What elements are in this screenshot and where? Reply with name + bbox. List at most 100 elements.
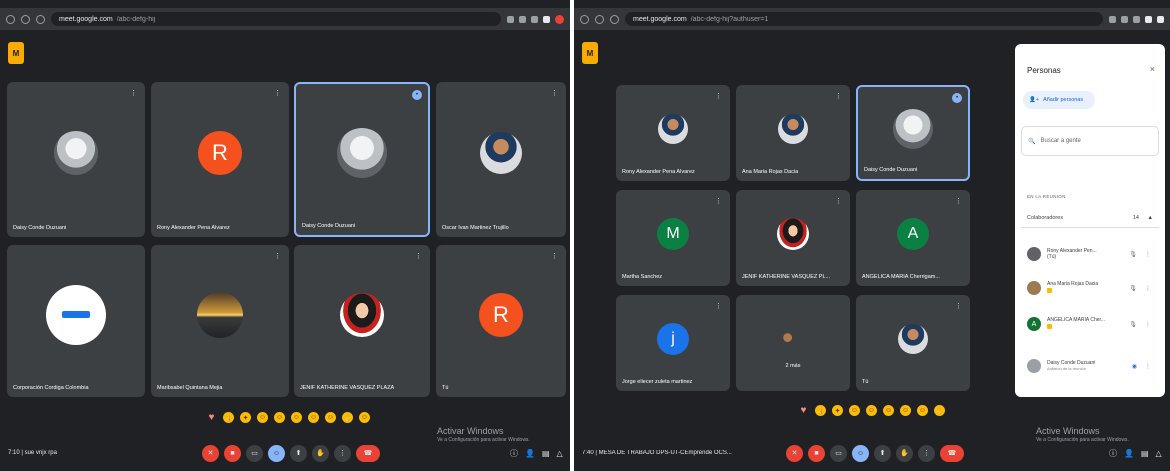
camera-off-button[interactable]: ■ — [224, 444, 241, 462]
party-reaction-icon[interactable]: ✦ — [832, 405, 843, 416]
profile-icon[interactable] — [1157, 15, 1164, 23]
extension-icon[interactable] — [531, 15, 538, 23]
participant-tile[interactable]: ⋮ A ANGELICA MARIA Cherrigam... — [856, 190, 970, 286]
raise-hand-reaction-icon[interactable]: ✋ — [342, 412, 353, 423]
more-options-icon[interactable]: ⋮ — [274, 89, 281, 97]
sad-reaction-icon[interactable]: ☺ — [900, 405, 911, 416]
activities-icon[interactable]: △ — [1156, 449, 1162, 458]
party-reaction-icon[interactable]: ✦ — [240, 412, 251, 423]
more-options-icon[interactable]: ⋮ — [715, 197, 722, 205]
search-people-input[interactable]: 🔍 Buscar a gente — [1021, 126, 1159, 156]
captions-button[interactable]: ▭ — [830, 444, 847, 462]
person-row[interactable]: A ANGELICA MARIA Cher... 🎙 ⋮ — [1021, 310, 1159, 338]
more-options-icon[interactable]: ⋮ — [415, 252, 422, 260]
reload-icon[interactable] — [36, 14, 45, 24]
emoji-button[interactable]: ☺ — [268, 444, 285, 462]
more-options-button[interactable]: ⋮ — [334, 444, 351, 462]
participant-tile-self[interactable]: ⋮ R Tú — [436, 245, 566, 397]
person-row[interactable]: Rony Alexander Pen... (Tú) 🎙 ⋮ — [1021, 240, 1159, 268]
dislike-reaction-icon[interactable]: ☺ — [359, 412, 370, 423]
more-options-icon[interactable]: ⋮ — [551, 89, 558, 97]
more-options-icon[interactable]: ⋮ — [955, 302, 962, 310]
present-button[interactable]: ⬆ — [874, 444, 891, 462]
leave-call-button[interactable]: ☎ — [940, 444, 964, 462]
clap-reaction-icon[interactable]: ☺ — [849, 405, 860, 416]
participant-tile[interactable]: ⋮ Maribsabel Quintana Mejia — [151, 245, 289, 397]
reload-icon[interactable] — [610, 14, 619, 24]
address-bar[interactable]: meet.google.com /abc-defg-hij — [51, 12, 501, 26]
participant-tile[interactable]: Corporación Cordiga Colombia — [7, 245, 145, 397]
back-icon[interactable] — [6, 14, 15, 24]
participant-tile-overflow[interactable]: 2 más — [736, 295, 850, 391]
participant-tile-self[interactable]: ⋮ Tú — [856, 295, 970, 391]
participant-tile[interactable]: ⋮ Daisy Conde Duzuani — [7, 82, 145, 237]
more-options-icon[interactable]: ⋮ — [715, 302, 722, 310]
raise-hand-button[interactable]: ✋ — [896, 444, 913, 462]
bookmark-star-icon[interactable] — [1109, 15, 1116, 23]
info-icon[interactable]: ⓘ — [1109, 448, 1117, 459]
people-icon[interactable]: 👤 — [525, 449, 535, 458]
leave-call-button[interactable]: ☎ — [356, 444, 380, 462]
thinking-reaction-icon[interactable]: ☺ — [917, 405, 928, 416]
heart-reaction-icon[interactable]: ♥ — [206, 412, 217, 423]
chat-icon[interactable]: ▤ — [542, 449, 550, 458]
more-options-button[interactable]: ⋮ — [918, 444, 935, 462]
extension-icon[interactable] — [1121, 15, 1128, 23]
extension-icon[interactable] — [1145, 15, 1152, 23]
present-button[interactable]: ⬆ — [290, 444, 307, 462]
extension-icon[interactable] — [543, 15, 550, 23]
more-options-icon[interactable]: ⋮ — [1145, 321, 1151, 328]
add-people-button[interactable]: 👤+ Añadir personas — [1023, 91, 1095, 109]
microphone-off-button[interactable]: ✕ — [786, 444, 803, 462]
participant-tile[interactable]: ⋮ Oscar Ivan Martinez Trujillo — [436, 82, 566, 237]
participant-tile[interactable]: ⋮ JENIF KATHERINE VASQUEZ PLAZA — [294, 245, 430, 397]
laugh-reaction-icon[interactable]: ☺ — [274, 412, 285, 423]
clap-reaction-icon[interactable]: ☺ — [257, 412, 268, 423]
more-options-icon[interactable]: ⋮ — [130, 89, 137, 97]
more-options-icon[interactable]: ⋮ — [551, 252, 558, 260]
extension-icon[interactable] — [1133, 15, 1140, 23]
heart-reaction-icon[interactable]: ♥ — [798, 405, 809, 416]
thinking-reaction-icon[interactable]: ☺ — [325, 412, 336, 423]
collaborators-group-header[interactable]: Colaboradores 14 ▲ — [1021, 208, 1159, 228]
more-options-icon[interactable]: ⋮ — [835, 197, 842, 205]
participant-tile[interactable]: ⋮ Rony Alexander Pena Alvarez — [616, 85, 730, 181]
profile-icon[interactable] — [555, 14, 564, 24]
more-options-icon[interactable]: ⋮ — [1145, 363, 1151, 370]
participant-tile[interactable]: ⋮ R Rony Alexander Pena Alvarez — [151, 82, 289, 237]
forward-icon[interactable] — [595, 14, 604, 24]
more-options-icon[interactable]: ⋮ — [1145, 251, 1151, 258]
extension-icon[interactable] — [519, 15, 526, 23]
captions-button[interactable]: ▭ — [246, 444, 263, 462]
surprised-reaction-icon[interactable]: ☺ — [291, 412, 302, 423]
activities-icon[interactable]: △ — [557, 449, 563, 458]
back-icon[interactable] — [580, 14, 589, 24]
microphone-off-button[interactable]: ✕ — [202, 444, 219, 462]
participant-tile-active-speaker[interactable]: • Daisy Conde Duzuani — [294, 82, 430, 237]
thumbs-up-reaction-icon[interactable]: 👍 — [223, 412, 234, 423]
emoji-button[interactable]: ☺ — [852, 444, 869, 462]
chat-icon[interactable]: ▤ — [1141, 449, 1149, 458]
person-row-host[interactable]: Daisy Conde Duzuani Anfitrión de la reuni… — [1021, 352, 1159, 380]
raise-hand-button[interactable]: ✋ — [312, 444, 329, 462]
participant-tile-active-speaker[interactable]: • Daisy Conde Duzuani — [856, 85, 970, 181]
more-options-icon[interactable]: ⋮ — [274, 252, 281, 260]
sad-reaction-icon[interactable]: ☺ — [308, 412, 319, 423]
bookmark-star-icon[interactable] — [507, 15, 514, 23]
camera-off-button[interactable]: ■ — [808, 444, 825, 462]
more-options-icon[interactable]: ⋮ — [835, 92, 842, 100]
more-options-icon[interactable]: ⋮ — [1145, 285, 1151, 292]
more-options-icon[interactable]: ⋮ — [955, 197, 962, 205]
more-options-icon[interactable]: ⋮ — [715, 92, 722, 100]
participant-tile[interactable]: ⋮ Ana Maria Rojas Dacia — [736, 85, 850, 181]
forward-icon[interactable] — [21, 14, 30, 24]
participant-tile[interactable]: ⋮ j Jorge eliecer zuleta martinez — [616, 295, 730, 391]
surprised-reaction-icon[interactable]: ☺ — [883, 405, 894, 416]
close-icon[interactable]: × — [1150, 64, 1155, 74]
raise-hand-reaction-icon[interactable]: ✋ — [934, 405, 945, 416]
participant-tile[interactable]: ⋮ M Martha Sanchez — [616, 190, 730, 286]
info-icon[interactable]: ⓘ — [510, 448, 518, 459]
person-row[interactable]: Ana Maria Rojas Dacia 🎙 ⋮ — [1021, 274, 1159, 302]
laugh-reaction-icon[interactable]: ☺ — [866, 405, 877, 416]
participant-tile[interactable]: ⋮ JENIF KATHERINE VASQUEZ PL... — [736, 190, 850, 286]
